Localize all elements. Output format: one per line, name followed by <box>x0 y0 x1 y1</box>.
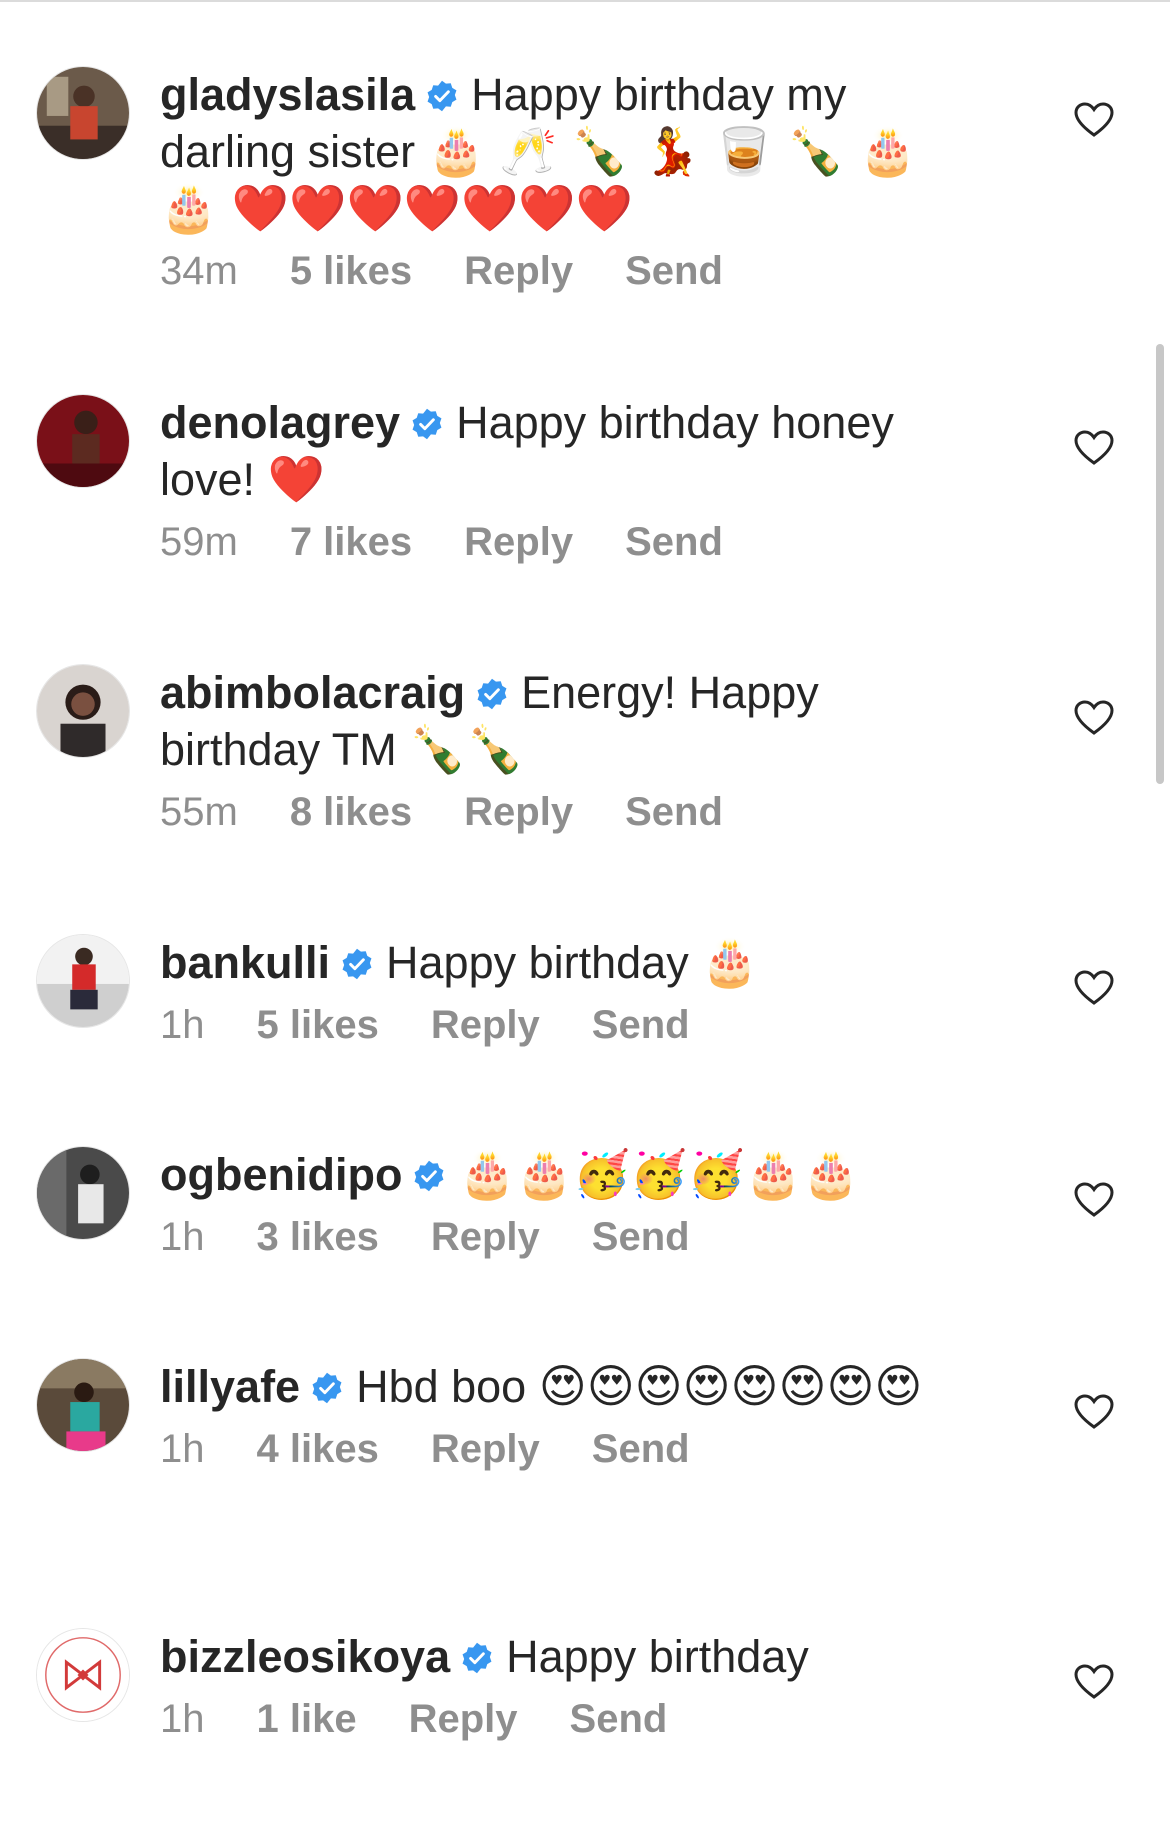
verified-badge-icon <box>310 1371 344 1405</box>
comment-meta: 1h 4 likes Reply Send <box>160 1427 970 1472</box>
avatar[interactable] <box>36 1146 130 1240</box>
reply-button[interactable]: Reply <box>409 1697 518 1742</box>
comment-emojis: ❤️ <box>267 452 325 506</box>
comment-time: 34m <box>160 249 238 293</box>
send-button[interactable]: Send <box>592 1215 690 1260</box>
avatar[interactable] <box>36 664 130 758</box>
comment-meta: 1h 3 likes Reply Send <box>160 1215 970 1260</box>
comment-time: 1h <box>160 1215 205 1259</box>
reply-button[interactable]: Reply <box>464 790 573 835</box>
avatar[interactable] <box>36 1628 130 1722</box>
username[interactable]: denolagrey <box>160 397 400 448</box>
comment-emojis: 🎂 <box>701 935 759 989</box>
send-button[interactable]: Send <box>570 1697 668 1742</box>
likes-count[interactable]: 7 likes <box>290 520 412 565</box>
comment-text: denolagrey Happy birthday honey love! ❤️ <box>160 394 970 508</box>
comment-message: Hbd boo <box>356 1361 527 1412</box>
comment-text: lillyafe Hbd boo 😍😍😍😍😍😍😍😍 <box>160 1358 970 1415</box>
heart-outline-icon[interactable] <box>1074 430 1114 466</box>
comment-meta: 59m 7 likes Reply Send <box>160 520 970 565</box>
verified-badge-icon <box>410 407 444 441</box>
verified-badge-icon <box>475 677 509 711</box>
comment-time: 1h <box>160 1427 205 1471</box>
comment-time: 1h <box>160 1003 205 1047</box>
comment-meta: 1h 5 likes Reply Send <box>160 1003 970 1048</box>
username[interactable]: abimbolacraig <box>160 667 465 718</box>
likes-count[interactable]: 4 likes <box>257 1427 379 1472</box>
likes-count[interactable]: 5 likes <box>257 1003 379 1048</box>
likes-count[interactable]: 8 likes <box>290 790 412 835</box>
comment-text: bizzleosikoya Happy birthday <box>160 1628 970 1685</box>
send-button[interactable]: Send <box>625 520 723 565</box>
comment-meta: 34m 5 likes Reply Send <box>160 249 970 294</box>
comment-time: 55m <box>160 790 238 834</box>
reply-button[interactable]: Reply <box>431 1215 540 1260</box>
verified-badge-icon <box>460 1641 494 1675</box>
comment-message: Happy birthday <box>386 937 689 988</box>
heart-outline-icon[interactable] <box>1074 970 1114 1006</box>
comment-meta: 55m 8 likes Reply Send <box>160 790 970 835</box>
username[interactable]: lillyafe <box>160 1361 300 1412</box>
likes-count[interactable]: 3 likes <box>257 1215 379 1260</box>
comments-page: gladyslasila Happy birthday my darling si… <box>0 0 1170 1827</box>
avatar[interactable] <box>36 934 130 1028</box>
heart-outline-icon[interactable] <box>1074 1182 1114 1218</box>
comment-time: 59m <box>160 520 238 564</box>
comment-message: Happy birthday <box>506 1631 809 1682</box>
scrollbar[interactable] <box>1156 344 1164 784</box>
top-divider <box>0 0 1170 2</box>
send-button[interactable]: Send <box>625 790 723 835</box>
avatar[interactable] <box>36 66 130 160</box>
comment-emojis: 😍😍😍😍😍😍😍😍 <box>538 1359 923 1413</box>
verified-badge-icon <box>340 947 374 981</box>
verified-badge-icon <box>425 79 459 113</box>
reply-button[interactable]: Reply <box>431 1003 540 1048</box>
username[interactable]: gladyslasila <box>160 69 415 120</box>
reply-button[interactable]: Reply <box>464 249 573 294</box>
comment-emojis: 🎂🎂🥳🥳🥳🎂🎂 <box>458 1147 860 1201</box>
comment-text: bankulli Happy birthday 🎂 <box>160 934 970 991</box>
username[interactable]: ogbenidipo <box>160 1149 402 1200</box>
comment-text: abimbolacraig Energy! Happy birthday TM 🍾… <box>160 664 970 778</box>
comment-text: ogbenidipo 🎂🎂🥳🥳🥳🎂🎂 <box>160 1146 970 1203</box>
likes-count[interactable]: 5 likes <box>290 249 412 294</box>
heart-outline-icon[interactable] <box>1074 1664 1114 1700</box>
username[interactable]: bizzleosikoya <box>160 1631 450 1682</box>
heart-outline-icon[interactable] <box>1074 700 1114 736</box>
heart-outline-icon[interactable] <box>1074 102 1114 138</box>
likes-count[interactable]: 1 like <box>257 1697 357 1742</box>
avatar[interactable] <box>36 1358 130 1452</box>
verified-badge-icon <box>412 1159 446 1193</box>
comment-text: gladyslasila Happy birthday my darling si… <box>160 66 970 237</box>
heart-outline-icon[interactable] <box>1074 1394 1114 1430</box>
avatar[interactable] <box>36 394 130 488</box>
reply-button[interactable]: Reply <box>431 1427 540 1472</box>
send-button[interactable]: Send <box>625 249 723 294</box>
send-button[interactable]: Send <box>592 1427 690 1472</box>
comment-emojis: 🍾🍾 <box>409 722 524 776</box>
username[interactable]: bankulli <box>160 937 330 988</box>
comment-meta: 1h 1 like Reply Send <box>160 1697 970 1742</box>
comment-time: 1h <box>160 1697 205 1741</box>
send-button[interactable]: Send <box>592 1003 690 1048</box>
reply-button[interactable]: Reply <box>464 520 573 565</box>
